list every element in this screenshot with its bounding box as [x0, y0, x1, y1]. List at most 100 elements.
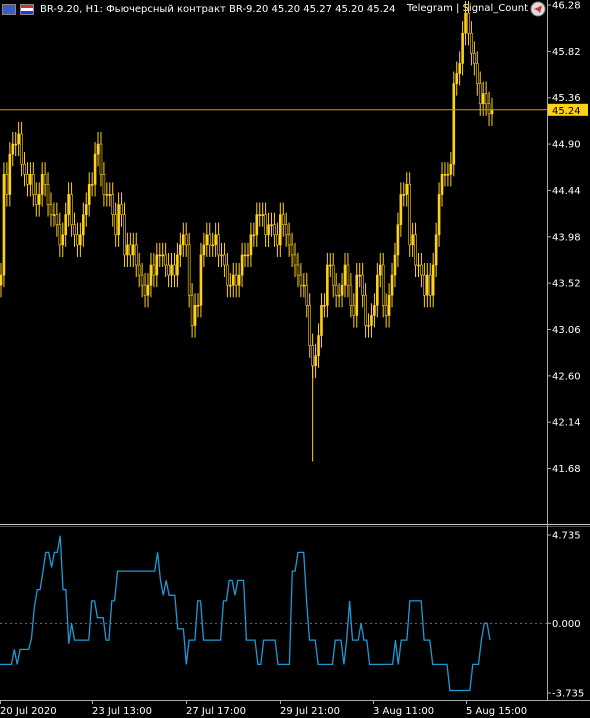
candle-body: [76, 234, 79, 246]
indicator-axis-label: 0.000: [552, 619, 581, 630]
candle-body: [223, 254, 226, 266]
candle-body: [396, 224, 400, 256]
candle-body: [32, 174, 35, 195]
candle-body: [187, 244, 191, 296]
candle-body: [311, 345, 314, 367]
candle-body: [423, 274, 426, 296]
time-axis-label: 27 Jul 17:00: [186, 706, 246, 717]
candle-body: [323, 305, 326, 307]
candle-body: [11, 143, 15, 155]
candle-body: [408, 184, 411, 246]
candle-body: [226, 264, 229, 286]
candle-body: [105, 194, 109, 196]
candle-body: [93, 153, 97, 185]
price-chart[interactable]: 46.28 45.82 45.36 44.90 44.44 43.98 43.52 43.06…: [0, 0, 590, 718]
candle-body: [417, 264, 420, 267]
candle-body: [478, 83, 482, 105]
candle-body: [475, 63, 479, 84]
candle-body: [114, 214, 117, 236]
candle-body: [23, 163, 26, 175]
candle-body: [314, 355, 317, 367]
candle-body: [190, 294, 194, 326]
candle-body: [155, 254, 159, 276]
candle-body: [267, 224, 270, 236]
candle-body: [214, 234, 217, 246]
price-axis-label: 45.36: [552, 93, 581, 104]
candle-body: [258, 214, 262, 216]
candle-body: [458, 63, 461, 74]
candle-body: [481, 93, 485, 105]
candle-body: [123, 214, 126, 256]
candle-body: [146, 284, 150, 296]
candle-body: [320, 305, 323, 336]
candle-body: [440, 174, 444, 195]
candle-body: [243, 254, 247, 257]
candle-body: [179, 244, 182, 256]
candle-body: [390, 274, 394, 296]
candle-body: [87, 184, 91, 205]
candle-body: [90, 184, 94, 186]
candle-body: [361, 274, 364, 296]
candle-body: [108, 194, 112, 196]
candle-body: [167, 264, 170, 276]
candle-body: [208, 234, 212, 246]
candle-body: [196, 305, 200, 307]
candle-body: [381, 264, 385, 306]
current-price-tag-label: 45.24: [552, 106, 581, 117]
candle-body: [387, 294, 391, 316]
candle-body: [173, 264, 176, 276]
candle-body: [373, 305, 376, 316]
candle-body: [67, 194, 70, 215]
candle-body: [249, 234, 253, 256]
candle-body: [40, 174, 44, 195]
candle-body: [367, 325, 370, 327]
signal-count-line: [0, 535, 491, 692]
candle-body: [96, 143, 100, 155]
candle-body: [99, 143, 103, 175]
candle-body: [364, 294, 367, 326]
candle-body: [152, 264, 156, 276]
candle-body: [149, 264, 153, 286]
candle-body: [193, 305, 197, 326]
candle-body: [64, 214, 67, 236]
candle-body: [358, 274, 361, 277]
candle-body: [434, 234, 438, 266]
candle-body: [184, 234, 188, 246]
candle-body: [384, 305, 388, 316]
candle-body: [34, 194, 38, 205]
candle-body: [326, 264, 329, 306]
candle-body: [79, 234, 82, 246]
price-axis-label: 44.44: [552, 186, 581, 197]
candle-body: [355, 274, 359, 316]
candle-body: [143, 284, 147, 296]
candle-body: [296, 264, 300, 276]
candle-body: [231, 274, 235, 286]
candle-body: [461, 32, 464, 64]
time-axis-label: 20 Jul 2020: [0, 706, 57, 717]
candle-body: [284, 224, 288, 236]
candle-body: [5, 174, 9, 195]
candle-body: [402, 194, 406, 196]
candle-body: [29, 174, 32, 185]
candle-body: [237, 274, 241, 286]
candle-body: [346, 264, 350, 286]
candle-body: [46, 184, 50, 205]
indicator-axis-label: 4.735: [552, 531, 581, 542]
candle-body: [0, 274, 3, 286]
candle-body: [132, 244, 135, 256]
candle-body: [426, 274, 429, 296]
candle-body: [337, 294, 341, 297]
time-axis-label: 23 Jul 13:00: [92, 706, 152, 717]
candle-body: [70, 194, 73, 225]
candle-body: [281, 214, 285, 225]
price-axis-label: 41.68: [552, 464, 581, 475]
candle-body: [161, 254, 165, 257]
candle-body: [449, 163, 453, 175]
candle-body: [270, 224, 273, 226]
candle-body: [8, 153, 12, 195]
candle-body: [393, 254, 397, 276]
candle-body: [490, 109, 494, 115]
candle-body: [334, 284, 338, 296]
candle-body: [452, 83, 456, 165]
candle-body: [252, 234, 256, 237]
